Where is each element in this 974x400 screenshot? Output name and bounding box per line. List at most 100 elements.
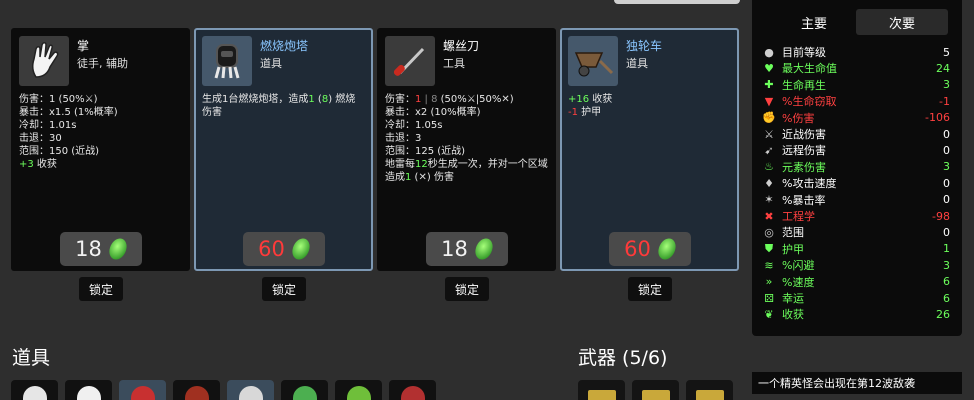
inventory-slot[interactable] <box>227 380 274 400</box>
stat-label: 最大生命值 <box>782 62 837 76</box>
price-button[interactable]: 18 <box>59 232 142 266</box>
price-button[interactable]: 60 <box>608 232 691 266</box>
price-button[interactable]: 18 <box>425 232 508 266</box>
stat-row: ♥ 最大生命值 24 <box>762 60 950 76</box>
harvesting-icon: ❦ <box>764 307 774 321</box>
speed-icon: » <box>765 275 773 289</box>
weapon-slot[interactable] <box>686 380 733 400</box>
inventory-slot[interactable] <box>335 380 382 400</box>
lock-button[interactable]: 锁定 <box>628 277 672 301</box>
shop-card-2[interactable]: 燃烧炮塔 道具 生成1台燃烧炮塔，造成1 (8) 燃烧 伤害 60 <box>194 28 373 271</box>
lock-button[interactable]: 锁定 <box>445 277 489 301</box>
stat-row: ◎ 范围 0 <box>762 224 950 240</box>
palm-hand-icon <box>19 36 69 86</box>
weapon-slot[interactable] <box>578 380 625 400</box>
shop-card-3[interactable]: 螺丝刀 工具 伤害：1 | 8 (50%⚔|50%✕) 暴击：x2 (10%概率) 冷却… <box>377 28 556 271</box>
screwdriver-icon <box>385 36 435 86</box>
stat-row: ♦ %攻击速度 0 <box>762 175 950 191</box>
stat-value: 0 <box>943 143 950 157</box>
price-button[interactable]: 60 <box>242 232 325 266</box>
weapons-section-title: 武器 (5/6) <box>578 347 668 369</box>
ranged-icon: ➹ <box>764 143 774 157</box>
material-coin-icon <box>105 235 130 263</box>
stat-row: ✶ %暴击率 0 <box>762 192 950 208</box>
stat-row: ≋ %闪避 3 <box>762 257 950 273</box>
stat-value: -106 <box>925 111 950 125</box>
inventory-slot[interactable] <box>11 380 58 400</box>
tab-secondary[interactable]: 次要 <box>856 9 948 35</box>
card-stats: +16 收获 -1 护甲 <box>568 94 613 118</box>
stat-value: 1 <box>943 242 950 256</box>
stat-label: %攻击速度 <box>782 177 837 191</box>
stat-label: %闪避 <box>782 259 815 273</box>
lock-button[interactable]: 锁定 <box>79 277 123 301</box>
stat-row: ▼ %生命窃取 -1 <box>762 93 950 109</box>
stat-value: 0 <box>943 176 950 190</box>
lock-button[interactable]: 锁定 <box>262 277 306 301</box>
material-coin-icon <box>471 235 496 263</box>
stat-row: ⚔ 近战伤害 0 <box>762 126 950 142</box>
stat-row: ➹ 远程伤害 0 <box>762 142 950 158</box>
elite-wave-notice: 一个精英怪会出现在第12波敌袭 <box>752 372 962 394</box>
weapon-slot-icon-1 <box>588 390 616 400</box>
material-coin-icon <box>654 235 679 263</box>
tab-primary[interactable]: 主要 <box>768 9 860 35</box>
berry-icon <box>401 386 425 400</box>
stat-value: 0 <box>943 193 950 207</box>
stat-label: 工程学 <box>782 210 815 223</box>
stat-label: 范围 <box>782 226 804 240</box>
inventory-slot[interactable] <box>173 380 220 400</box>
stat-row: ❦ 收获 26 <box>762 306 950 322</box>
stat-label: 幸运 <box>782 292 804 305</box>
stat-value: 6 <box>943 291 950 305</box>
inventory-slot[interactable] <box>281 380 328 400</box>
stat-label: %暴击率 <box>782 193 826 207</box>
inventory-slot[interactable] <box>119 380 166 400</box>
stat-value: 26 <box>936 307 950 321</box>
weapon-slot[interactable] <box>632 380 679 400</box>
inventory-slot[interactable] <box>65 380 112 400</box>
weapon-slot-icon-3 <box>696 390 724 400</box>
stat-row: ⛊ 护甲 1 <box>762 241 950 257</box>
stat-row: ♨ 元素伤害 3 <box>762 159 950 175</box>
card-type: 道具 <box>260 57 282 70</box>
heart-icon: ♥ <box>764 61 774 75</box>
turret-icon <box>202 36 252 86</box>
inventory-slot[interactable] <box>389 380 436 400</box>
weapon-slot-icon-2 <box>642 390 670 400</box>
price-value: 60 <box>258 237 285 261</box>
stat-value: -1 <box>939 94 950 108</box>
top-button[interactable] <box>614 0 740 4</box>
range-icon: ◎ <box>764 225 774 239</box>
dodge-icon: ≋ <box>764 258 774 272</box>
stat-value: 5 <box>943 45 950 59</box>
items-section-title: 道具 <box>12 347 51 369</box>
stat-label: 收获 <box>782 308 804 322</box>
stat-label: 生命再生 <box>782 78 826 92</box>
bush-icon <box>293 386 317 400</box>
wheelbarrow-icon <box>568 36 618 86</box>
stat-label: %生命窃取 <box>782 95 837 109</box>
stat-label: 目前等级 <box>782 46 826 59</box>
stat-value: 3 <box>943 160 950 174</box>
melee-icon: ⚔ <box>764 127 774 141</box>
stat-label: 护甲 <box>782 242 804 256</box>
rabbit-icon <box>239 386 263 400</box>
price-value: 60 <box>624 237 651 261</box>
stat-label: %伤害 <box>782 111 815 125</box>
card-type: 徒手, 辅助 <box>77 57 128 70</box>
shop-card-4[interactable]: 独轮车 道具 +16 收获 -1 护甲 60 <box>560 28 739 271</box>
elemental-icon: ♨ <box>764 160 774 174</box>
lifesteal-icon: ▼ <box>764 94 774 108</box>
card-stats: 伤害：1 | 8 (50%⚔|50%✕) 暴击：x2 (10%概率) 冷却：1.05… <box>385 94 548 183</box>
stat-row: ✚ 生命再生 3 <box>762 77 950 93</box>
card-name: 燃烧炮塔 <box>260 39 309 53</box>
price-value: 18 <box>75 237 102 261</box>
level-icon: ● <box>764 45 774 59</box>
creature-icon <box>131 386 155 400</box>
egg-icon <box>77 386 101 400</box>
price-value: 18 <box>441 237 468 261</box>
shop-card-1[interactable]: 掌徒手, 辅助 伤害：1 (50%⚔) 暴击：x1.5 (1%概率) 冷却：1.01s… <box>11 28 190 271</box>
leaf-icon <box>347 386 371 400</box>
regen-icon: ✚ <box>764 78 774 92</box>
